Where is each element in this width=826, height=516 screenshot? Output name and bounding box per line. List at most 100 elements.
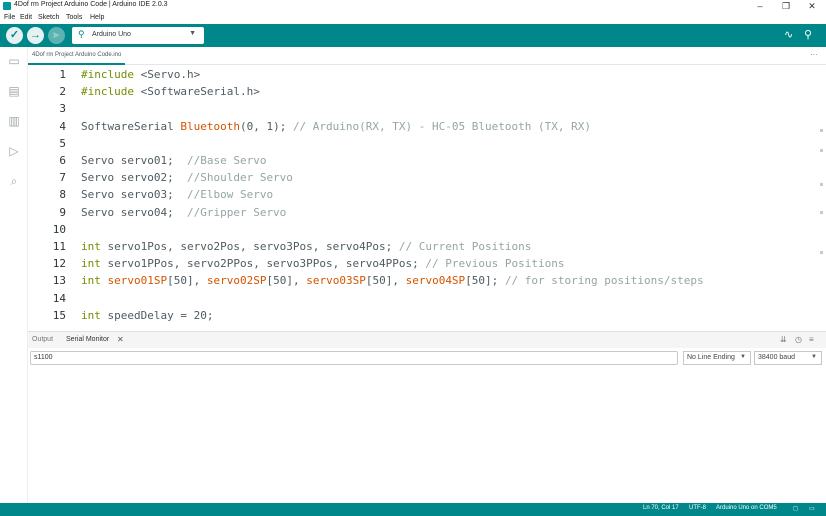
code-token: // Previous Positions xyxy=(425,257,565,271)
line-number: 12 xyxy=(52,257,66,271)
code-token: #include xyxy=(81,85,134,99)
line-number: 6 xyxy=(59,154,66,167)
panel-toggle-icon[interactable]: ▭ xyxy=(809,505,815,512)
library-icon[interactable]: ▥ xyxy=(6,113,22,129)
code-token: servo03SP xyxy=(306,274,366,288)
code-text: int servo01SP[50], servo02SP[50], servo0… xyxy=(81,272,704,289)
code-token: // Arduino(RX, TX) - HC-05 Bluetooth (TX… xyxy=(292,119,591,133)
serial-monitor-output xyxy=(28,368,826,503)
tab-output[interactable]: Output xyxy=(32,336,53,343)
window-title: 4Dof rm Project Arduino Code | Arduino I… xyxy=(14,1,168,8)
code-token: <SoftwareSerial.h> xyxy=(133,85,260,99)
line-number: 4 xyxy=(59,119,66,133)
baud-rate-select[interactable]: 38400 baud ▼ xyxy=(754,351,822,365)
board-port[interactable]: Arduino Uno on COM5 xyxy=(716,505,777,511)
code-token: int xyxy=(81,308,101,322)
board-selector[interactable]: ⚲ Arduino Uno ▼ xyxy=(72,27,204,44)
code-token: <Servo.h> xyxy=(133,68,201,81)
code-text: #include <SoftwareSerial.h> xyxy=(81,83,260,100)
code-text: int speedDelay = 20; xyxy=(81,307,213,324)
chevron-down-icon: ▼ xyxy=(740,354,746,360)
status-bar: Ln 70, Col 17 UTF-8 Arduino Uno on COM5 … xyxy=(0,503,826,516)
line-number: 7 xyxy=(59,171,66,185)
line-number: 14 xyxy=(52,291,66,305)
serial-message-input[interactable]: s1100 xyxy=(30,351,678,365)
line-number: 15 xyxy=(52,308,66,322)
verify-button[interactable]: ✓ xyxy=(6,27,23,44)
line-number: 1 xyxy=(59,68,66,81)
code-token: int xyxy=(81,257,101,271)
line-ending-select[interactable]: No Line Ending ▼ xyxy=(683,351,751,365)
bottom-panel-tabs: Output Serial Monitor ✕ ⇊ ◷ ≡ xyxy=(28,331,826,348)
close-button[interactable]: ✕ xyxy=(802,0,822,13)
line-number: 9 xyxy=(59,205,66,219)
menu-edit[interactable]: Edit xyxy=(20,14,32,21)
arrow-right-icon: → xyxy=(30,29,41,41)
debug-icon: ▸ xyxy=(53,29,60,41)
debug-button[interactable]: ▸ xyxy=(48,27,65,44)
close-icon[interactable]: ✕ xyxy=(117,335,124,344)
scroll-marker xyxy=(820,149,823,152)
menu-file[interactable]: File xyxy=(4,14,15,21)
file-tab[interactable]: 4Dof rm Project Arduino Code.ino xyxy=(28,47,126,65)
bell-icon[interactable]: ◻ xyxy=(793,505,798,512)
minimize-button[interactable]: – xyxy=(750,0,770,13)
line-number: 5 xyxy=(59,136,66,150)
encoding: UTF-8 xyxy=(689,505,706,511)
code-token: //Shoulder Servo xyxy=(186,171,293,185)
menu-sketch[interactable]: Sketch xyxy=(38,14,59,21)
serial-plotter-icon[interactable]: ∿ xyxy=(784,28,793,41)
code-text: Servo servo02; //Shoulder Servo xyxy=(81,169,293,186)
folder-icon[interactable]: ▭ xyxy=(6,53,22,69)
board-manager-icon[interactable]: ▤ xyxy=(6,83,22,99)
code-token: speedDelay = 20; xyxy=(100,308,214,322)
code-token: //Gripper Servo xyxy=(186,205,287,219)
maximize-button[interactable]: ❐ xyxy=(776,0,796,13)
menu-bar: File Edit Sketch Tools Help xyxy=(0,13,826,24)
timestamp-icon[interactable]: ◷ xyxy=(795,335,802,344)
debug-icon[interactable]: ▷ xyxy=(6,143,22,159)
serial-monitor-icon[interactable]: ⚲ xyxy=(804,28,812,41)
code-token: Servo servo01; xyxy=(81,154,187,167)
toolbar: ✓ → ▸ ⚲ Arduino Uno ▼ ∿ ⚲ xyxy=(0,24,826,47)
baud-label: 38400 baud xyxy=(758,354,795,361)
code-token: Servo servo04; xyxy=(81,205,187,219)
cursor-position[interactable]: Ln 70, Col 17 xyxy=(643,505,679,511)
tab-serial-monitor[interactable]: Serial Monitor xyxy=(66,336,109,343)
line-number: 3 xyxy=(59,102,66,116)
code-text: SoftwareSerial Bluetooth(0, 1); // Ardui… xyxy=(81,118,591,135)
code-token: // Current Positions xyxy=(398,240,532,253)
sidebar: ▭ ▤ ▥ ▷ ⌕ xyxy=(0,47,28,503)
title-bar: 4Dof rm Project Arduino Code | Arduino I… xyxy=(0,0,826,13)
upload-button[interactable]: → xyxy=(27,27,44,44)
usb-icon: ⚲ xyxy=(78,29,85,39)
line-number: 13 xyxy=(52,274,66,288)
code-token: (0, 1); xyxy=(239,119,293,133)
line-ending-label: No Line Ending xyxy=(687,354,735,361)
code-editor[interactable]: 1 #include <Servo.h> 2 #include <SoftwareSe… xyxy=(28,65,826,331)
line-number: 2 xyxy=(59,85,66,99)
code-token: Servo servo02; xyxy=(81,171,187,185)
chevron-down-icon: ▼ xyxy=(189,30,196,37)
scroll-marker xyxy=(820,183,823,186)
clear-output-icon[interactable]: ≡ xyxy=(809,335,814,344)
line-number: 8 xyxy=(59,188,66,202)
code-token: servo1PPos, servo2PPos, servo3PPos, serv… xyxy=(100,257,426,271)
search-icon[interactable]: ⌕ xyxy=(6,173,22,189)
more-icon[interactable]: ··· xyxy=(810,50,818,59)
code-token: [50], xyxy=(266,274,307,288)
code-text: Servo servo04; //Gripper Servo xyxy=(81,204,286,221)
chevron-down-icon: ▼ xyxy=(811,354,817,360)
autoscroll-icon[interactable]: ⇊ xyxy=(780,335,787,344)
editor-tab-bar: 4Dof rm Project Arduino Code.ino ··· xyxy=(28,47,826,65)
code-token: servo1Pos, servo2Pos, servo3Pos, servo4P… xyxy=(100,240,399,253)
code-token: int xyxy=(81,274,101,288)
code-token: [50], xyxy=(167,274,207,288)
code-text: int servo1Pos, servo2Pos, servo3Pos, ser… xyxy=(81,238,531,255)
code-token: Servo servo03; xyxy=(81,188,187,202)
menu-help[interactable]: Help xyxy=(90,14,104,21)
code-token: [50], xyxy=(365,274,406,288)
line-number: 11 xyxy=(52,240,66,253)
menu-tools[interactable]: Tools xyxy=(66,14,82,21)
scroll-marker xyxy=(820,211,823,214)
